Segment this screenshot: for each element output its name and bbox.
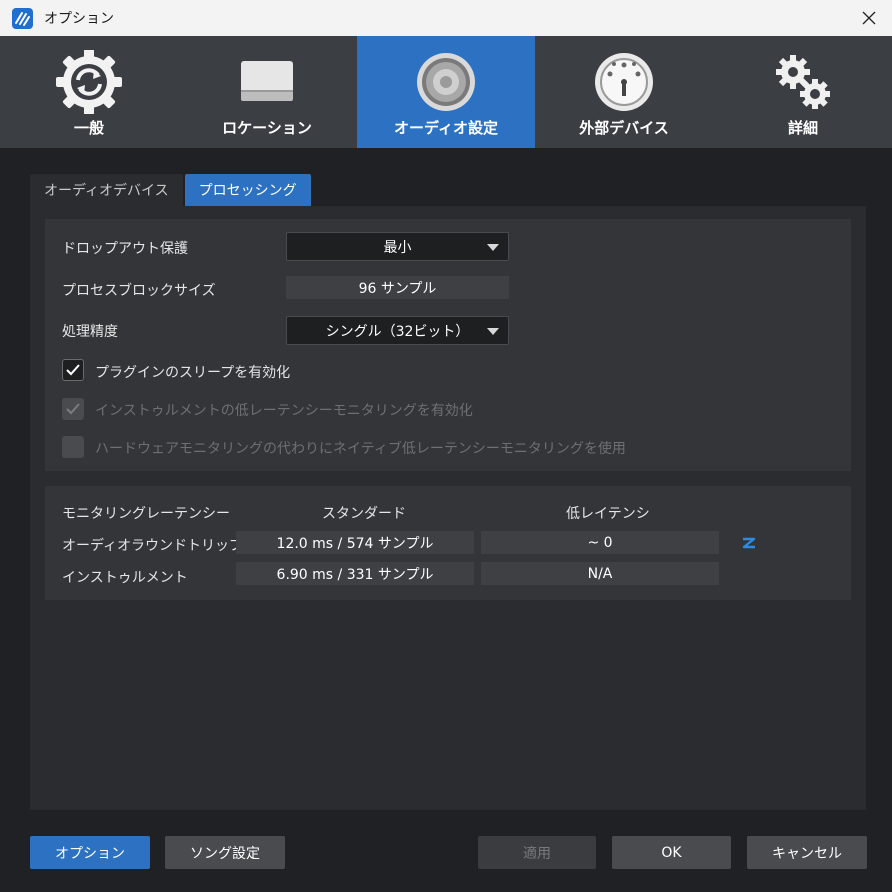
category-general[interactable]: 一般	[0, 36, 178, 148]
tab-processing[interactable]: プロセッシング	[184, 174, 311, 206]
subtab-bar: オーディオデバイス プロセッシング	[30, 174, 313, 206]
category-external-devices[interactable]: 外部デバイス	[535, 36, 713, 148]
roundtrip-label: オーディオラウンドトリップ	[62, 538, 244, 554]
ok-button[interactable]: OK	[612, 836, 731, 869]
plugin-sleep-checkbox[interactable]	[62, 359, 84, 381]
instrument-standard-value: 6.90 ms / 331 サンプル	[236, 562, 474, 585]
close-button[interactable]	[846, 0, 892, 36]
instrument-low-text: N/A	[587, 565, 613, 582]
song-settings-button[interactable]: ソング設定	[165, 836, 285, 869]
processing-precision-dropdown[interactable]: シングル（32ビット）	[286, 316, 509, 345]
process-block-size-value: 96 サンプル	[286, 276, 509, 299]
category-label: オーディオ設定	[394, 119, 498, 137]
process-block-size-label: プロセスブロックサイズ	[62, 283, 216, 299]
roundtrip-standard-text: 12.0 ms / 574 サンプル	[276, 535, 434, 552]
roundtrip-low-text: ~ 0	[587, 534, 613, 551]
category-label: 外部デバイス	[579, 119, 669, 137]
native-low-latency-label: ハードウェアモニタリングの代わりにネイティブ低レーテンシーモニタリングを使用	[95, 441, 626, 457]
gears-icon	[776, 55, 830, 109]
dropout-protection-dropdown[interactable]: 最小	[286, 232, 509, 261]
instrument-latency-label: インストゥルメント	[62, 570, 188, 586]
category-label: ロケーション	[222, 119, 312, 137]
tab-audio-device[interactable]: オーディオデバイス	[30, 174, 183, 206]
instrument-low-latency-label: インストゥルメントの低レーテンシーモニタリングを有効化	[95, 403, 473, 419]
z-latency-icon	[742, 537, 756, 549]
roundtrip-low-value: ~ 0	[481, 531, 719, 554]
category-location[interactable]: ロケーション	[178, 36, 356, 148]
monitoring-latency-header: モニタリングレーテンシー	[62, 506, 230, 522]
sync-gear-icon	[56, 50, 122, 114]
chevron-down-icon	[487, 328, 499, 335]
native-low-latency-checkbox[interactable]	[62, 436, 84, 458]
plugin-sleep-label: プラグインのスリープを有効化	[95, 365, 291, 381]
checkmark-icon	[66, 364, 80, 376]
drive-icon	[241, 61, 293, 101]
low-latency-column-header: 低レイテンシ	[566, 506, 650, 522]
options-button[interactable]: オプション	[30, 836, 150, 869]
close-icon	[862, 11, 876, 25]
category-audio-settings[interactable]: オーディオ設定	[357, 36, 535, 148]
speaker-icon	[417, 53, 475, 111]
title-bar: オプション	[0, 0, 892, 36]
processing-precision-label: 処理精度	[62, 324, 118, 340]
app-logo-icon	[12, 8, 33, 29]
chevron-down-icon	[487, 244, 499, 251]
processing-precision-value: シングル（32ビット）	[325, 323, 470, 340]
category-label: 詳細	[787, 119, 818, 137]
apply-button[interactable]: 適用	[478, 836, 596, 869]
window-title: オプション	[44, 11, 114, 27]
category-label: 一般	[73, 119, 104, 137]
midi-port-icon	[595, 53, 653, 111]
instrument-standard-text: 6.90 ms / 331 サンプル	[276, 566, 434, 583]
dropout-protection-value: 最小	[383, 239, 412, 256]
instrument-low-latency-checkbox[interactable]	[62, 398, 84, 420]
instrument-low-value: N/A	[481, 562, 719, 585]
roundtrip-standard-value: 12.0 ms / 574 サンプル	[236, 531, 474, 554]
cancel-button[interactable]: キャンセル	[747, 836, 867, 869]
process-block-size-text: 96 サンプル	[358, 280, 437, 297]
category-advanced[interactable]: 詳細	[714, 36, 892, 148]
category-bar: 一般 ロケーション オーディオ設定 外部デバイス 詳細	[0, 36, 892, 148]
standard-column-header: スタンダード	[322, 506, 406, 522]
checkmark-icon	[66, 403, 80, 415]
dropout-protection-label: ドロップアウト保護	[62, 241, 188, 257]
